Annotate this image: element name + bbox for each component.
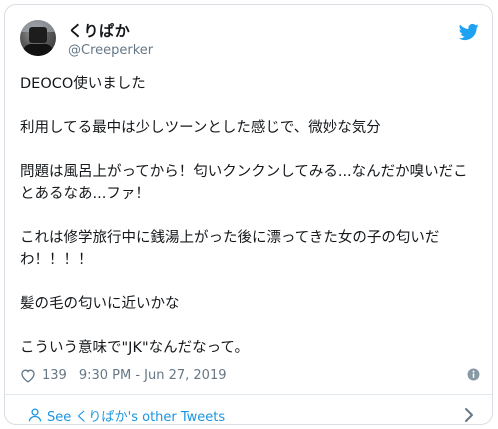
see-other-tweets-label[interactable]: See くりぱか's other Tweets [47, 406, 225, 425]
avatar[interactable] [20, 20, 56, 56]
info-icon[interactable] [467, 368, 480, 381]
author-info[interactable]: くりぱか @Creeperker [68, 22, 153, 60]
tweet-paragraph: こういう意味で"JK"なんだなって。 [20, 340, 249, 356]
timestamp[interactable]: 9:30 PM - Jun 27, 2019 [79, 368, 227, 383]
handle[interactable]: @Creeperker [68, 42, 153, 60]
like-count[interactable]: 139 [42, 368, 67, 383]
display-name[interactable]: くりぱか [68, 22, 153, 40]
tweet-paragraph: 問題は風呂上がってから！匂いクンクンしてみる...なんだか嗅いだことあるなあ..… [20, 164, 468, 202]
tweet-paragraph: これは修学旅行中に銭湯上がった後に漂ってきた女の子の匂いだわ！！！！ [20, 230, 440, 268]
chevron-right-icon[interactable] [464, 407, 474, 423]
twitter-bird-icon[interactable] [458, 22, 480, 42]
heart-icon[interactable] [20, 368, 36, 383]
tweet-text: DEOCO使いました 利用してる最中は少しツーンとした感じで、微妙な気分 問題は… [20, 73, 480, 381]
tweet-card: くりぱか @Creeperker DEOCO使いました 利用してる最中は少しツー… [4, 4, 493, 425]
tweet-paragraph: 髪の毛の匂いに近いかな [20, 296, 180, 312]
tweet-paragraph: DEOCO使いました [20, 76, 146, 92]
see-other-tweets-link[interactable]: See くりぱか's other Tweets [5, 395, 492, 425]
tweet-header: くりぱか @Creeperker [20, 18, 480, 66]
person-icon [28, 408, 42, 422]
tweet-meta: 139 9:30 PM - Jun 27, 2019 [20, 365, 482, 385]
tweet-paragraph: 利用してる最中は少しツーンとした感じで、微妙な気分 [20, 120, 381, 136]
